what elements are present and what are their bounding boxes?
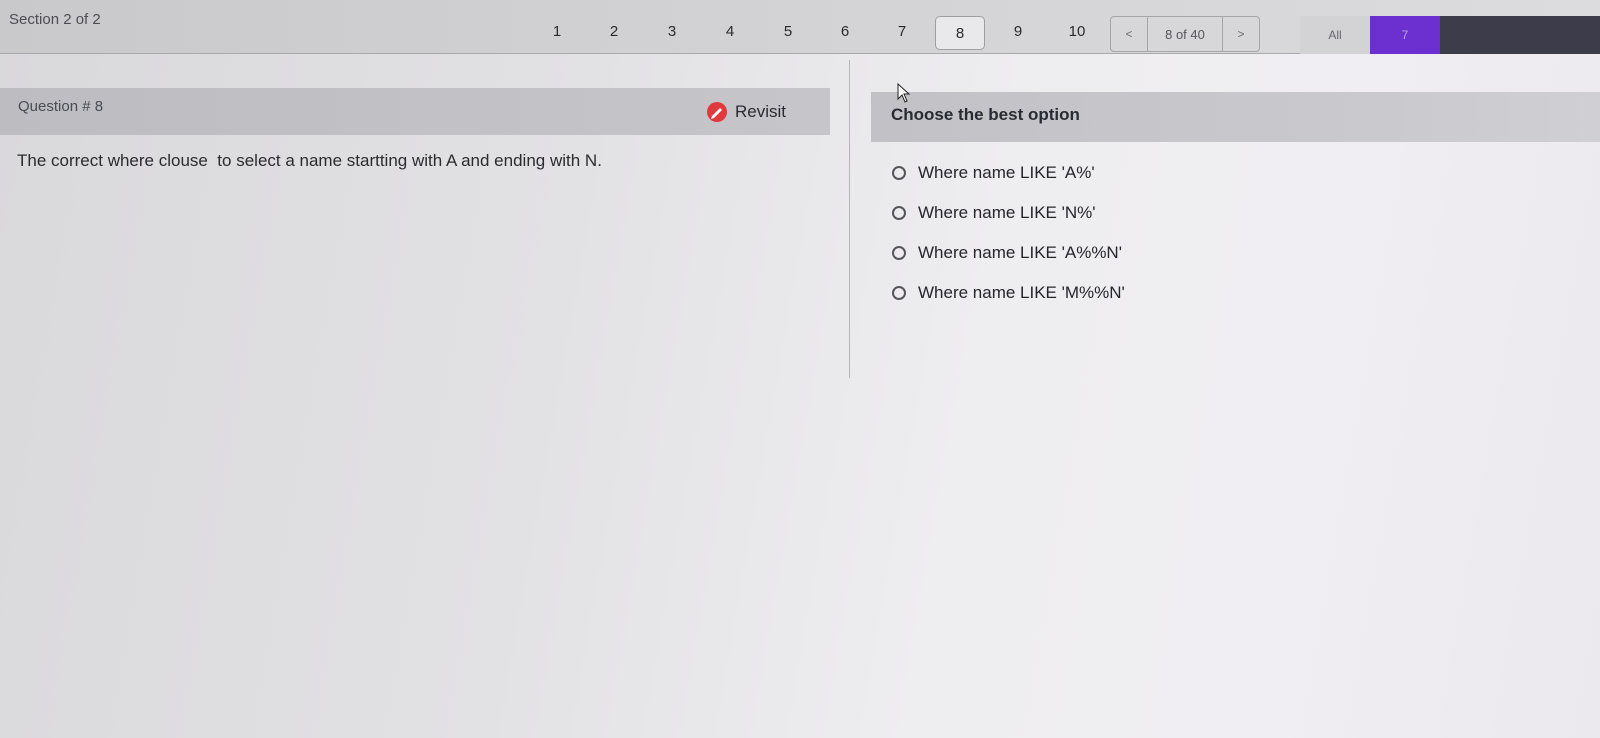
radio-button[interactable] — [892, 286, 906, 300]
answer-option-2[interactable]: Where name LIKE 'N%' — [892, 193, 1125, 233]
answer-options: Where name LIKE 'A%' Where name LIKE 'N%… — [892, 153, 1125, 313]
answer-option-4[interactable]: Where name LIKE 'M%%N' — [892, 273, 1125, 313]
question-nav-10[interactable]: 10 — [1057, 22, 1097, 42]
answer-option-1[interactable]: Where name LIKE 'A%' — [892, 153, 1125, 193]
section-label: Section 2 of 2 — [9, 11, 101, 28]
options-heading: Choose the best option — [891, 105, 1080, 124]
question-nav-7[interactable]: 7 — [882, 22, 922, 42]
next-question-button[interactable]: > — [1223, 27, 1259, 41]
question-nav-6[interactable]: 6 — [825, 22, 865, 42]
filter-all-button[interactable]: All — [1300, 16, 1370, 54]
question-nav-3[interactable]: 3 — [652, 22, 692, 42]
question-title: Question # 8 — [18, 98, 104, 115]
answer-option-label: Where name LIKE 'M%%N' — [918, 283, 1125, 302]
prev-question-button[interactable]: < — [1111, 27, 1147, 41]
revisit-label: Revisit — [735, 102, 787, 121]
question-pager: < 8 of 40 > — [1110, 16, 1260, 52]
question-nav-8-active[interactable]: 8 — [935, 16, 985, 50]
answer-option-3[interactable]: Where name LIKE 'A%%N' — [892, 233, 1125, 273]
revisit-button[interactable]: Revisit — [705, 100, 786, 124]
question-text: The correct where clouse to select a nam… — [17, 151, 602, 170]
question-nav-9[interactable]: 9 — [998, 22, 1038, 42]
question-nav-1[interactable]: 1 — [537, 22, 577, 42]
top-bar: Section 2 of 2 1 2 3 4 5 6 7 8 9 10 < 8 … — [0, 0, 1600, 54]
question-nav-2[interactable]: 2 — [594, 22, 634, 42]
answer-option-label: Where name LIKE 'A%' — [918, 163, 1095, 182]
radio-button[interactable] — [892, 166, 906, 180]
question-nav-5[interactable]: 5 — [768, 22, 808, 42]
filter-dark-tab[interactable] — [1440, 16, 1600, 54]
answer-option-label: Where name LIKE 'A%%N' — [918, 243, 1122, 262]
mouse-cursor-icon — [897, 83, 911, 103]
filter-count-button[interactable]: 7 — [1370, 16, 1440, 54]
question-counter: 8 of 40 — [1147, 17, 1223, 51]
question-nav-4[interactable]: 4 — [710, 22, 750, 42]
revisit-icon — [705, 100, 729, 124]
radio-button[interactable] — [892, 206, 906, 220]
answer-option-label: Where name LIKE 'N%' — [918, 203, 1096, 222]
panel-divider — [849, 60, 850, 378]
radio-button[interactable] — [892, 246, 906, 260]
